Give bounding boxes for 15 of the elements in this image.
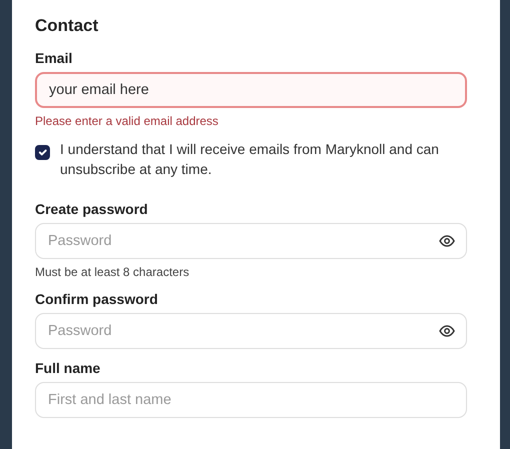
show-password-icon[interactable] [439, 234, 455, 247]
password-field[interactable]: Password [35, 222, 467, 259]
consent-text: I understand that I will receive emails from Maryknoll and can unsubscribe at any time. [60, 140, 440, 180]
error-message: Please enter a valid email address [35, 113, 220, 129]
hint-text: Must be at least 8 characters [35, 264, 190, 280]
email-field[interactable]: your email here [35, 72, 467, 108]
section-title: Contact [35, 15, 100, 37]
name-field[interactable]: First and last name [35, 382, 467, 418]
field-label: Email [35, 49, 74, 67]
checkbox[interactable] [35, 145, 50, 160]
field-label: Confirm password [35, 290, 159, 308]
password-field[interactable]: Password [35, 312, 467, 349]
field-label: Create password [35, 200, 149, 218]
show-password-icon[interactable] [439, 324, 455, 337]
field-label: Full name [35, 358, 102, 377]
